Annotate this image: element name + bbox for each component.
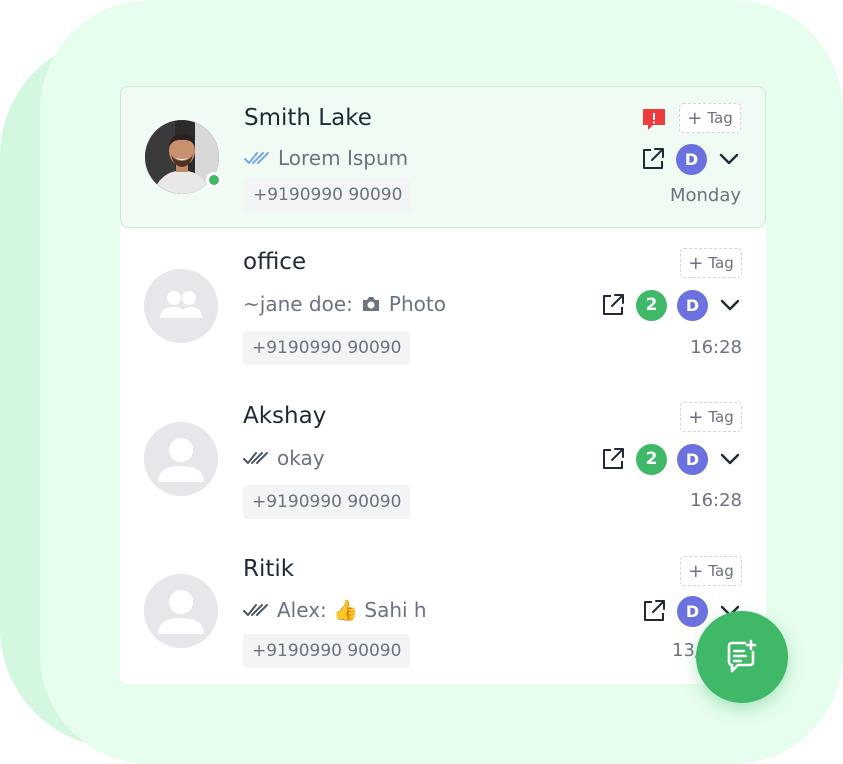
preview-text: okay bbox=[277, 446, 325, 470]
chevron-down-icon[interactable] bbox=[718, 293, 742, 317]
assignee-avatar[interactable]: D bbox=[677, 595, 708, 627]
avatar[interactable] bbox=[144, 422, 218, 496]
last-message-time: Monday bbox=[669, 185, 741, 206]
phone-number: +9190990 90090 bbox=[243, 331, 411, 365]
delivered-ticks-icon bbox=[243, 452, 268, 464]
last-message-time: 16:28 bbox=[690, 490, 742, 511]
user-icon bbox=[144, 574, 218, 648]
message-preview: Alex: 👍 Sahi h bbox=[243, 598, 427, 622]
chat-actions: 2 D bbox=[600, 289, 742, 321]
unread-count-badge: 2 bbox=[636, 289, 667, 321]
read-ticks-icon bbox=[244, 152, 269, 164]
open-external-icon[interactable] bbox=[600, 292, 626, 318]
add-tag-button[interactable]: + Tag bbox=[680, 402, 742, 432]
message-preview: Lorem Ispum bbox=[244, 146, 408, 170]
chat-item-smith-lake[interactable]: Smith Lake Lorem Ispum +9190990 90090 + … bbox=[120, 86, 766, 228]
add-tag-button[interactable]: + Tag bbox=[679, 103, 741, 133]
avatar[interactable] bbox=[144, 574, 218, 648]
unread-count-badge: 2 bbox=[636, 443, 667, 475]
chat-list: Smith Lake Lorem Ispum +9190990 90090 + … bbox=[120, 86, 766, 684]
add-tag-button[interactable]: + Tag bbox=[680, 248, 742, 278]
tag-label: Tag bbox=[708, 562, 734, 580]
open-external-icon[interactable] bbox=[600, 446, 626, 472]
chat-name: Ritik bbox=[243, 556, 295, 582]
user-icon bbox=[144, 422, 218, 496]
last-message-time: 16:28 bbox=[690, 337, 742, 358]
tag-label: Tag bbox=[707, 109, 733, 127]
preview-sender: ~jane doe: bbox=[243, 292, 353, 316]
tag-label: Tag bbox=[708, 408, 734, 426]
phone-number: +9190990 90090 bbox=[243, 634, 411, 668]
delivered-ticks-icon bbox=[243, 604, 268, 616]
phone-number: +9190990 90090 bbox=[244, 178, 412, 212]
plus-icon: + bbox=[688, 406, 704, 428]
chevron-down-icon[interactable] bbox=[718, 447, 742, 471]
message-preview: ~jane doe: Photo bbox=[243, 292, 446, 316]
add-tag-button[interactable]: + Tag bbox=[680, 556, 742, 586]
avatar[interactable] bbox=[144, 269, 218, 343]
avatar[interactable] bbox=[145, 120, 222, 194]
alert-icon[interactable] bbox=[641, 107, 667, 131]
chat-name: Smith Lake bbox=[244, 105, 372, 131]
assignee-avatar[interactable]: D bbox=[677, 289, 708, 321]
plus-icon: + bbox=[688, 252, 704, 274]
camera-icon bbox=[362, 297, 379, 311]
chat-item-ritik[interactable]: Ritik Alex: 👍 Sahi h +9190990 90090 + Ta… bbox=[120, 538, 766, 680]
message-preview: okay bbox=[243, 446, 325, 470]
open-external-icon[interactable] bbox=[641, 598, 667, 624]
chat-name: office bbox=[243, 249, 307, 275]
online-status-dot bbox=[206, 172, 222, 188]
chevron-down-icon[interactable] bbox=[717, 147, 741, 171]
chat-item-akshay[interactable]: Akshay okay +9190990 90090 + Tag 2 D 16:… bbox=[120, 384, 766, 526]
group-icon bbox=[144, 269, 218, 343]
plus-icon: + bbox=[688, 560, 704, 582]
preview-text: Photo bbox=[388, 292, 446, 316]
assignee-avatar[interactable]: D bbox=[676, 143, 707, 175]
plus-icon: + bbox=[687, 107, 703, 129]
new-chat-button[interactable] bbox=[696, 611, 788, 703]
chat-name: Akshay bbox=[243, 403, 327, 429]
chat-actions: D bbox=[640, 143, 741, 175]
open-external-icon[interactable] bbox=[640, 146, 666, 172]
tag-label: Tag bbox=[708, 254, 734, 272]
chat-item-office[interactable]: office ~jane doe: Photo +9190990 90090 +… bbox=[120, 230, 766, 372]
new-chat-icon bbox=[727, 639, 757, 673]
preview-text: Lorem Ispum bbox=[278, 146, 409, 170]
phone-number: +9190990 90090 bbox=[243, 485, 411, 519]
chat-actions: 2 D bbox=[600, 443, 742, 475]
preview-text: Alex: 👍 Sahi h bbox=[277, 598, 427, 622]
assignee-avatar[interactable]: D bbox=[677, 443, 708, 475]
